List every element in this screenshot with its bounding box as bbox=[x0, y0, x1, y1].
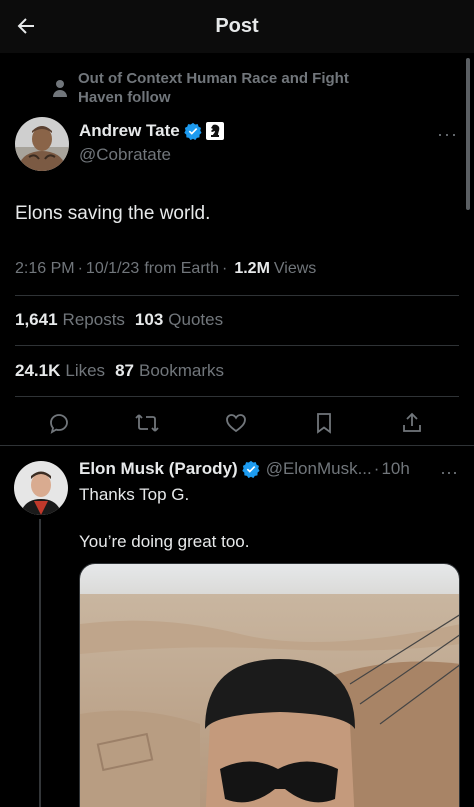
quotes-count[interactable]: 103 bbox=[135, 310, 163, 330]
bookmark-button[interactable] bbox=[310, 409, 338, 437]
divider bbox=[15, 295, 459, 296]
tweet-source: from Earth bbox=[144, 260, 219, 277]
separator-dot: · bbox=[222, 260, 228, 277]
separator-dot: · bbox=[373, 459, 380, 478]
reply-media-photo[interactable] bbox=[79, 563, 460, 807]
reply-button[interactable] bbox=[45, 409, 73, 437]
social-context[interactable]: Out of Context Human Race and Fight Have… bbox=[52, 69, 378, 107]
engagement-stats-row: 1,641 Reposts 103 Quotes bbox=[15, 310, 233, 330]
tweet-text: Elons saving the world. bbox=[15, 203, 211, 224]
top-bar: Post bbox=[0, 0, 474, 53]
tweet-time[interactable]: 2:16 PM bbox=[15, 260, 75, 278]
views-label: Views bbox=[273, 260, 317, 277]
affiliation-badge-icon[interactable] bbox=[205, 122, 224, 140]
heart-icon bbox=[226, 414, 246, 433]
views-count: 1.2M bbox=[234, 260, 270, 277]
separator-dot: · bbox=[77, 260, 83, 277]
reply-author-name[interactable]: Elon Musk (Parody) bbox=[79, 459, 238, 479]
like-button[interactable] bbox=[222, 409, 250, 437]
person-icon bbox=[53, 80, 67, 97]
repost-button[interactable] bbox=[133, 409, 161, 437]
reply-time[interactable]: 10h bbox=[381, 459, 409, 479]
avatar-image bbox=[15, 117, 69, 171]
reply-header: Elon Musk (Parody) @ElonMusk... · 10h bbox=[79, 459, 410, 479]
author-handle[interactable]: @Cobratate bbox=[79, 145, 224, 165]
scrollbar[interactable] bbox=[466, 58, 470, 210]
avatar[interactable] bbox=[15, 117, 69, 171]
photo-image bbox=[80, 564, 459, 807]
author-name[interactable]: Andrew Tate bbox=[79, 121, 180, 141]
likes-count[interactable]: 24.1K bbox=[15, 361, 60, 381]
back-button[interactable] bbox=[12, 12, 40, 40]
author-block: Andrew Tate @Cobratate bbox=[79, 121, 224, 165]
reposts-label[interactable]: Reposts bbox=[63, 310, 125, 330]
share-icon bbox=[403, 412, 421, 432]
thread-line bbox=[39, 519, 41, 807]
verified-badge-icon bbox=[184, 122, 202, 140]
reply-icon bbox=[50, 414, 68, 434]
bookmarks-label[interactable]: Bookmarks bbox=[139, 361, 224, 381]
reposts-count[interactable]: 1,641 bbox=[15, 310, 58, 330]
reply-text-line: You’re doing great too. bbox=[79, 532, 250, 551]
tweet-date[interactable]: 10/1/23 bbox=[86, 260, 139, 278]
reply-more-options-button[interactable]: ··· bbox=[440, 462, 458, 483]
repost-icon bbox=[135, 414, 159, 432]
reply-avatar[interactable] bbox=[14, 461, 68, 515]
verified-badge-icon bbox=[242, 460, 260, 478]
reply-text-line: Thanks Top G. bbox=[79, 485, 190, 504]
more-options-button[interactable]: ··· bbox=[437, 124, 458, 145]
divider bbox=[0, 445, 474, 446]
likes-label[interactable]: Likes bbox=[65, 361, 105, 381]
reply-author-handle[interactable]: @ElonMusk... bbox=[266, 459, 372, 479]
social-context-text: Out of Context Human Race and Fight Have… bbox=[78, 70, 349, 106]
engagement-stats-row: 24.1K Likes 87 Bookmarks bbox=[15, 361, 234, 381]
share-button[interactable] bbox=[398, 409, 426, 437]
arrow-left-icon bbox=[17, 18, 34, 34]
divider bbox=[15, 345, 459, 346]
avatar-image bbox=[14, 461, 68, 515]
bookmark-icon bbox=[317, 413, 331, 434]
page-title: Post bbox=[215, 15, 259, 37]
chess-knight-icon bbox=[210, 124, 220, 137]
bookmarks-count[interactable]: 87 bbox=[115, 361, 134, 381]
divider bbox=[15, 396, 459, 397]
quotes-label[interactable]: Quotes bbox=[168, 310, 223, 330]
tweet-metadata: 2:16 PM · 10/1/23 from Earth · 1.2M View… bbox=[15, 260, 316, 278]
action-bar bbox=[0, 405, 474, 441]
